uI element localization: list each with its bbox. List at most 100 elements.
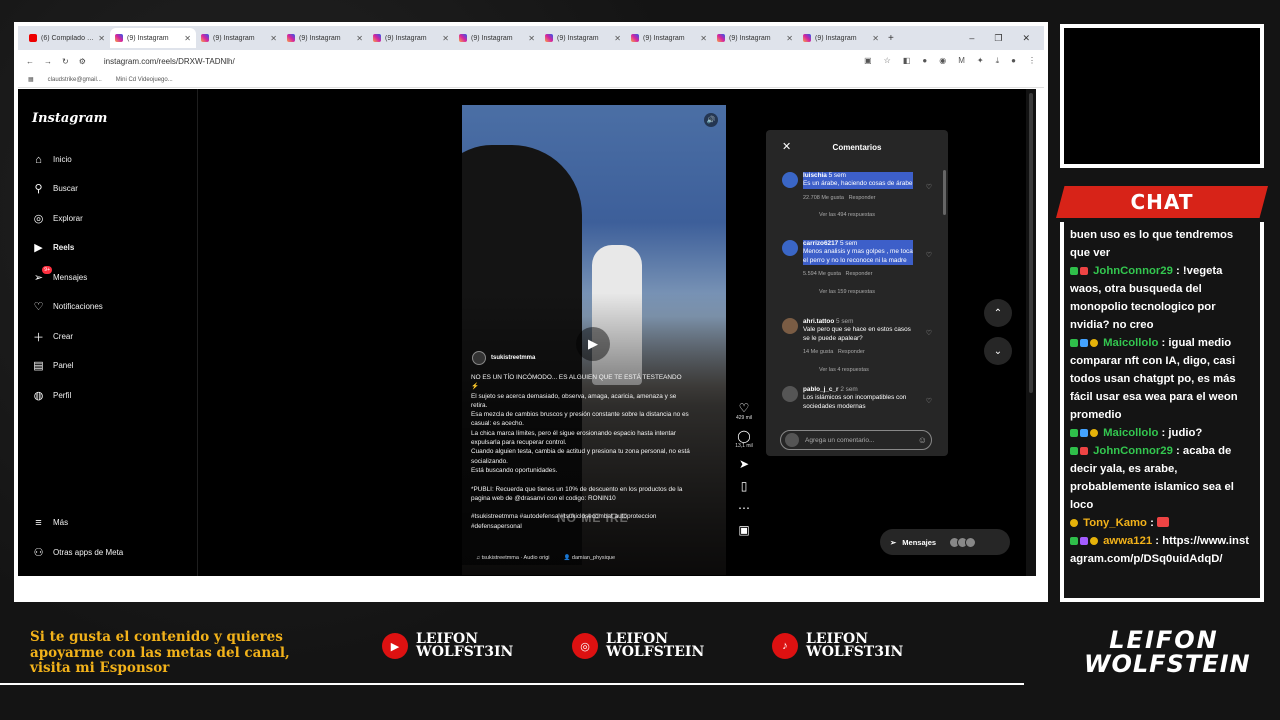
site-info-icon[interactable]: ⚙ <box>79 57 86 66</box>
sidebar-item-crear[interactable]: ＋ Crear <box>32 330 73 344</box>
sidebar-item-mas[interactable]: ≡ Más <box>32 516 68 529</box>
sidebar-item-meta-apps[interactable]: ⚇ Otras apps de Meta <box>32 546 124 559</box>
profile-icon[interactable]: ● <box>1011 56 1016 66</box>
more-button[interactable]: ⋯ <box>738 501 750 515</box>
view-replies[interactable]: Ver las 4 respuestas <box>819 366 913 374</box>
tab-youtube[interactable]: (6) Compilado M... ✕ <box>24 28 110 48</box>
minimize-icon[interactable]: – <box>969 33 974 44</box>
play-icon[interactable]: ▶ <box>576 327 610 361</box>
page-scrollbar[interactable] <box>1026 89 1036 576</box>
view-replies[interactable]: Ver las 159 respuestas <box>819 288 913 296</box>
sidebar-item-perfil[interactable]: ◍ Perfil <box>32 389 72 402</box>
install-icon[interactable]: ▣ <box>864 56 872 66</box>
sponsor-text: Si te gusta el contenido y quieres apoya… <box>30 629 290 676</box>
close-icon[interactable]: ✕ <box>270 34 277 43</box>
back-icon[interactable]: ← <box>26 57 34 66</box>
tab-instagram[interactable]: (9) Instagram ✕ <box>712 28 798 48</box>
tab-instagram[interactable]: (9) Instagram ✕ <box>798 28 884 48</box>
reel-audio[interactable]: ♫ tsukistreetmma · Audio origi 👤 damian_… <box>476 555 615 561</box>
avatar[interactable] <box>782 240 798 256</box>
apps-icon[interactable]: ▦ <box>28 76 34 83</box>
tab-instagram[interactable]: (9) Instagram ✕ <box>540 28 626 48</box>
scroll-thumb[interactable] <box>1029 93 1033 393</box>
tab-instagram[interactable]: (9) Instagram ✕ <box>454 28 540 48</box>
close-icon[interactable]: ✕ <box>442 34 449 43</box>
reel-video[interactable]: 🔊 ▶ tsukistreetmma NO ES UN TÍO INCÓMODO… <box>462 105 726 575</box>
close-icon[interactable]: ✕ <box>614 34 621 43</box>
emoji-icon[interactable]: ☺ <box>918 435 927 445</box>
close-icon[interactable]: ✕ <box>700 34 707 43</box>
sidebar-item-reels[interactable]: ▶ Reels <box>32 241 74 254</box>
sidebar-item-panel[interactable]: ▤ Panel <box>32 359 73 372</box>
close-icon[interactable]: ✕ <box>98 34 105 43</box>
webcam-frame <box>1060 24 1264 168</box>
heart-icon[interactable]: ♡ <box>926 184 932 192</box>
comment-input[interactable]: Agrega un comentario... ☺ <box>780 430 932 450</box>
audio-thumb[interactable]: ▣ <box>738 523 749 537</box>
star-icon[interactable]: ☆ <box>884 56 891 66</box>
extension-icon[interactable]: ◉ <box>939 56 946 66</box>
like-button[interactable]: ♡ 429 mil <box>736 401 752 421</box>
close-icon[interactable]: ✕ <box>356 34 363 43</box>
badge-icon <box>1090 429 1098 437</box>
next-reel-button[interactable]: ⌄ <box>984 337 1012 365</box>
view-replies[interactable]: Ver las 494 respuestas <box>819 211 913 219</box>
menu-icon[interactable]: ⋮ <box>1028 56 1036 66</box>
tab-instagram[interactable]: (9) Instagram ✕ <box>196 28 282 48</box>
comments-scrollbar[interactable] <box>943 170 946 215</box>
home-icon: ⌂ <box>35 153 42 166</box>
sidebar-item-explorar[interactable]: ◎ Explorar <box>32 212 83 225</box>
sidebar-item-inicio[interactable]: ⌂ Inicio <box>32 153 72 166</box>
puzzle-icon[interactable]: ✦ <box>977 56 984 66</box>
tab-instagram[interactable]: (9) Instagram ✕ <box>368 28 454 48</box>
messages-pill[interactable]: ➢ Mensajes <box>880 529 1010 555</box>
instagram-logo[interactable]: Instagram <box>32 111 107 126</box>
sidebar-item-mensajes[interactable]: ➢ 9+ Mensajes <box>32 266 87 284</box>
heart-icon[interactable]: ♡ <box>926 330 932 338</box>
tab-instagram[interactable]: (9) Instagram ✕ <box>282 28 368 48</box>
save-button[interactable]: ▯ <box>741 479 748 493</box>
share-button[interactable]: ➤ <box>739 457 749 471</box>
comment-button[interactable]: ◯ 13,1 mil <box>735 429 753 449</box>
chat-message: Maicollolo : igual medio comparar nft co… <box>1070 337 1238 421</box>
heart-icon[interactable]: ♡ <box>926 398 932 406</box>
extension-icon[interactable]: ● <box>922 56 927 66</box>
reel-author[interactable]: tsukistreetmma <box>472 351 535 365</box>
chat-message: buen uso es lo que tendremos que ver <box>1070 229 1234 259</box>
reply-button[interactable]: Responder <box>849 195 876 201</box>
url-field[interactable]: instagram.com/reels/DRXW-TADNlh/ <box>104 57 235 66</box>
tab-instagram-active[interactable]: (9) Instagram ✕ <box>110 28 196 48</box>
avatar[interactable] <box>782 172 798 188</box>
previous-reel-button[interactable]: ⌃ <box>984 299 1012 327</box>
sidebar-item-notificaciones[interactable]: ♡ Notificaciones <box>32 300 103 313</box>
download-icon[interactable]: ⤓ <box>996 56 1000 66</box>
close-icon[interactable]: ✕ <box>184 34 191 43</box>
reply-button[interactable]: Responder <box>838 349 865 355</box>
reply-button[interactable]: Responder <box>846 271 873 277</box>
reload-icon[interactable]: ↻ <box>62 57 69 66</box>
avatar[interactable] <box>782 318 798 334</box>
volume-icon[interactable]: 🔊 <box>704 113 718 127</box>
instagram-icon <box>201 34 209 42</box>
bookmark-item[interactable]: claudstrike@gmail... <box>48 77 102 83</box>
badge-icon <box>1080 267 1088 275</box>
bookmark-item[interactable]: Mini Cd Videojuego... <box>116 77 173 83</box>
close-icon[interactable]: ✕ <box>528 34 535 43</box>
tab-instagram[interactable]: (9) Instagram ✕ <box>626 28 712 48</box>
sidebar-item-buscar[interactable]: ⚲ Buscar <box>32 182 77 195</box>
close-icon[interactable]: ✕ <box>872 34 879 43</box>
close-icon[interactable]: ✕ <box>782 140 791 153</box>
badge-icon <box>1070 429 1078 437</box>
channel-logo: LEIFON WOLFSTEIN <box>1084 626 1251 678</box>
chat-message: awwa121 : https://www.instagram.com/p/DS… <box>1070 535 1249 565</box>
new-tab-button[interactable]: + <box>888 33 894 44</box>
comment-item: pablo_j_c_r 2 sem Los islámicos son inco… <box>782 386 932 411</box>
avatar[interactable] <box>782 386 798 402</box>
extension-icon[interactable]: M <box>958 56 965 66</box>
close-icon[interactable]: ✕ <box>786 34 793 43</box>
extension-icon[interactable]: ◧ <box>903 56 911 66</box>
heart-icon[interactable]: ♡ <box>926 252 932 260</box>
close-window-icon[interactable]: ✕ <box>1022 33 1030 44</box>
forward-icon[interactable]: → <box>44 57 52 66</box>
restore-icon[interactable]: ❐ <box>994 33 1002 44</box>
